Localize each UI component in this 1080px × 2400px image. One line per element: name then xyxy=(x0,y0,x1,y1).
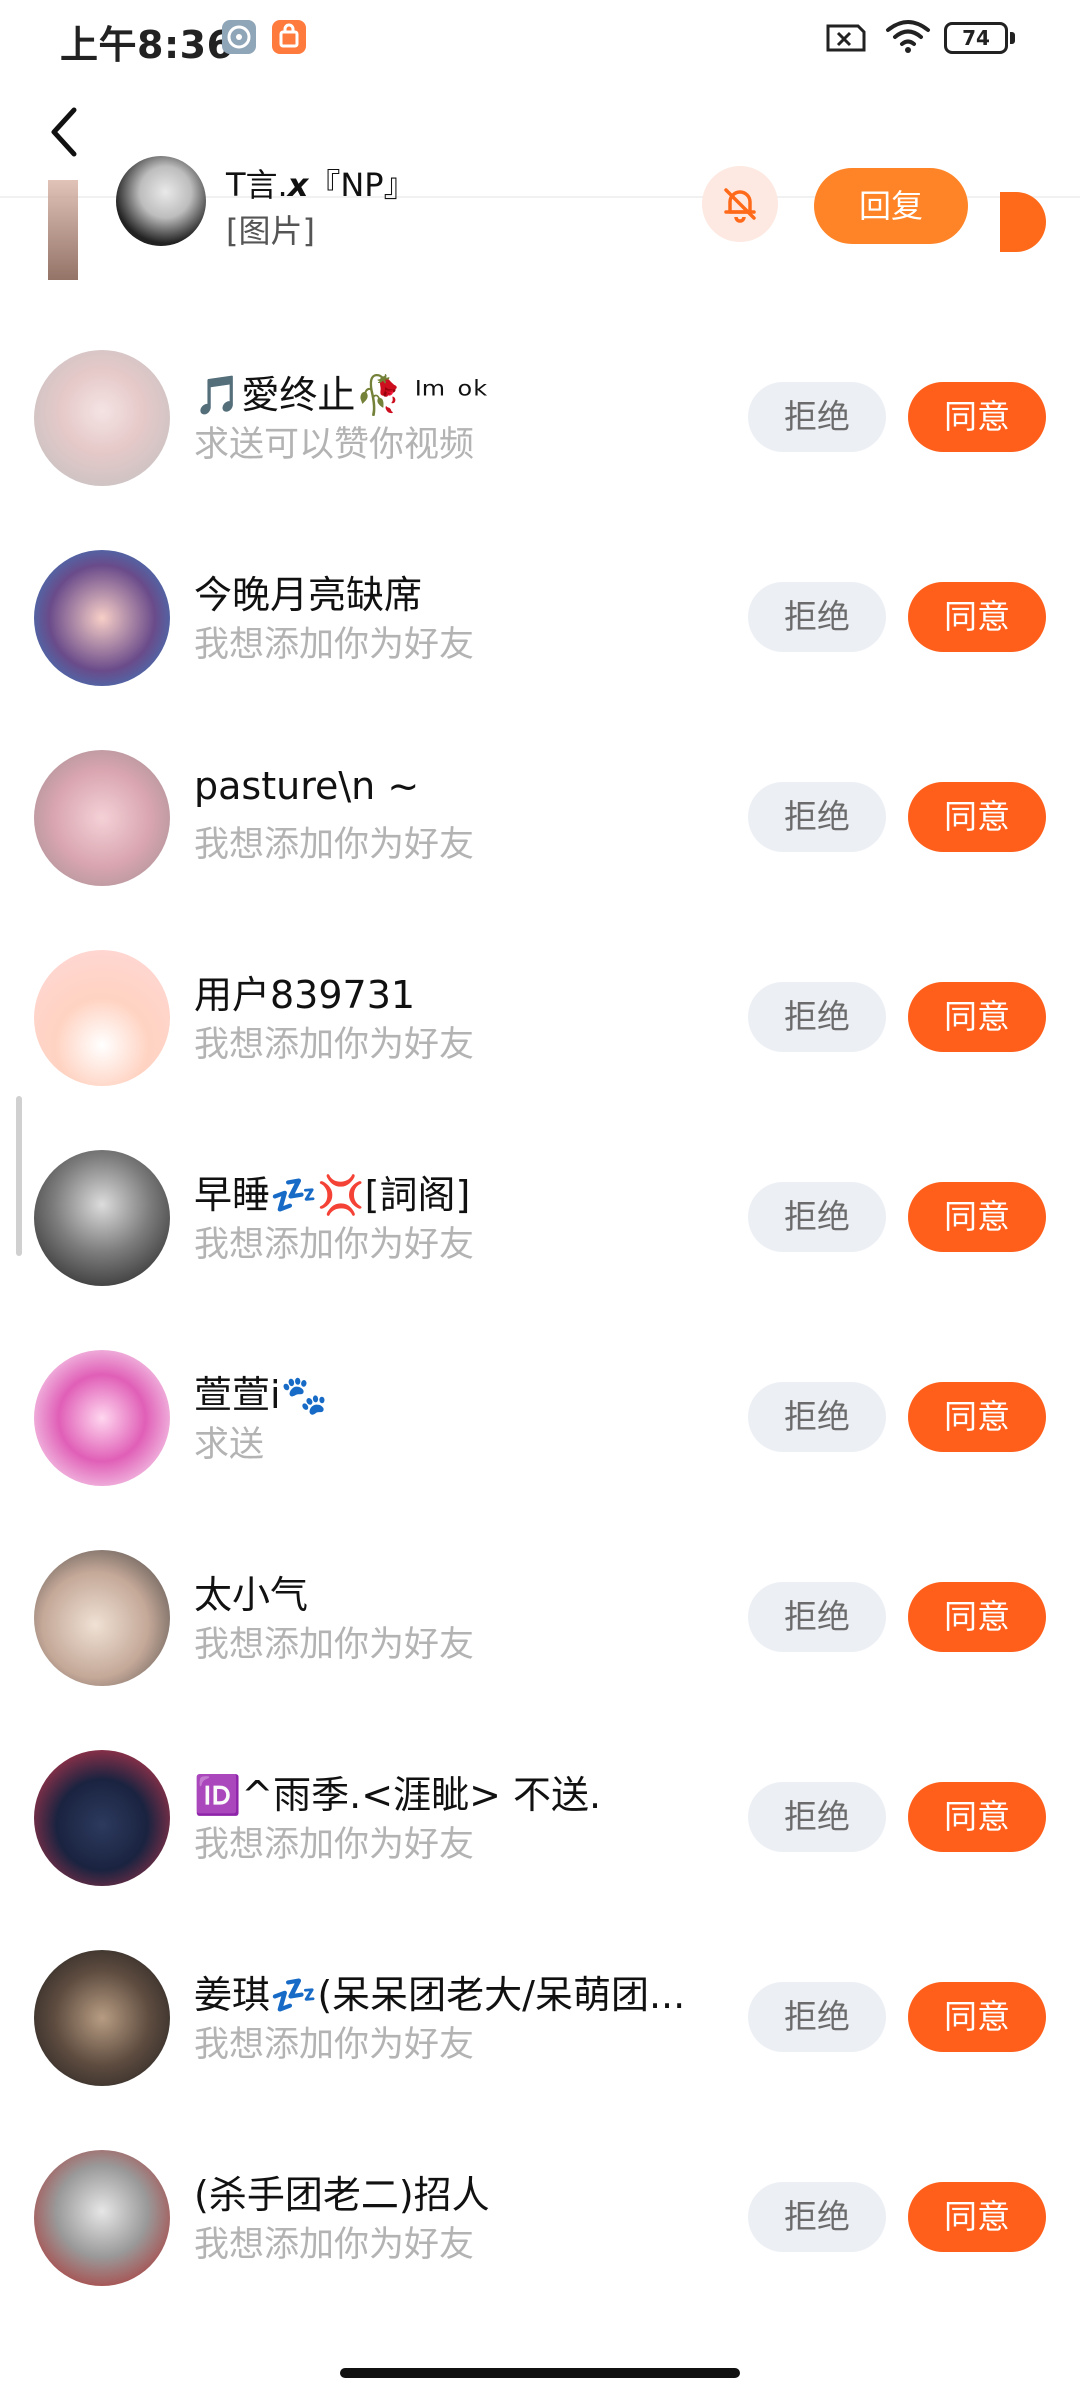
reject-button[interactable]: 拒绝 xyxy=(748,782,886,852)
app-gray-icon xyxy=(222,20,256,54)
friend-request-row[interactable]: 用户839731 我想添加你为好友 拒绝 同意 xyxy=(0,916,1080,1116)
requester-name: 萱萱i🐾 xyxy=(194,1373,328,1417)
avatar[interactable] xyxy=(34,750,170,886)
friend-request-row[interactable]: (杀手团老二)招人我想添加你为好友 拒绝 同意 xyxy=(0,2116,1080,2316)
request-message: 我想添加你为好友 xyxy=(194,2025,475,2065)
accept-button[interactable]: 同意 xyxy=(908,982,1046,1052)
bell-off-icon xyxy=(724,188,756,223)
request-message: 我想添加你为好友 xyxy=(194,1025,475,1065)
friend-request-row[interactable]: pasture\n ~ 我想添加你为好友 拒绝 同意 xyxy=(0,716,1080,916)
accept-button[interactable]: 同意 xyxy=(908,1182,1046,1252)
avatar[interactable] xyxy=(34,950,170,1086)
avatar[interactable] xyxy=(34,1950,170,2086)
notification-message: [图片] xyxy=(226,212,315,250)
accept-button[interactable]: 同意 xyxy=(908,382,1046,452)
battery-tip xyxy=(1010,32,1015,44)
request-message: 我想添加你为好友 xyxy=(194,1825,475,1865)
request-message: 我想添加你为好友 xyxy=(194,625,475,665)
accept-button[interactable]: 同意 xyxy=(908,1982,1046,2052)
home-indicator[interactable] xyxy=(340,2368,740,2378)
notification-avatar xyxy=(116,156,206,246)
reject-button[interactable]: 拒绝 xyxy=(748,1382,886,1452)
wifi-icon xyxy=(886,20,930,53)
status-bar: 上午8:36 74 xyxy=(0,0,1080,76)
friend-request-row[interactable]: 🎵愛终止🥀 ᴵᵐ ᵒᵏ 求送可以赞你视频 拒绝 同意 xyxy=(0,316,1080,516)
requester-name: (杀手团老二)招人 xyxy=(194,2173,490,2217)
requester-name: 太小气 xyxy=(194,1573,309,1617)
requester-name: 今晚月亮缺席 xyxy=(194,573,423,617)
request-message: 我想添加你为好友 xyxy=(194,2225,475,2265)
requester-name: 用户839731 xyxy=(194,973,416,1017)
accept-button[interactable]: 同意 xyxy=(908,2182,1046,2252)
avatar[interactable] xyxy=(34,1350,170,1486)
request-message: 求送可以赞你视频 xyxy=(194,425,475,465)
friend-request-row[interactable]: 太小气我想添加你为好友 拒绝 同意 xyxy=(0,1516,1080,1716)
notification-sender: T言.𝙭『NP』 xyxy=(226,166,416,204)
reject-button[interactable]: 拒绝 xyxy=(748,382,886,452)
avatar[interactable] xyxy=(34,550,170,686)
underlying-accept-edge xyxy=(1000,192,1046,252)
avatar[interactable] xyxy=(34,350,170,486)
avatar[interactable] xyxy=(34,2150,170,2286)
friend-request-row[interactable]: 姜琪💤(呆呆团老大/呆萌团... 我想添加你为好友 拒绝 同意 xyxy=(0,1916,1080,2116)
accept-button[interactable]: 同意 xyxy=(908,1582,1046,1652)
friend-request-row[interactable]: 今晚月亮缺席我想添加你为好友 拒绝 同意 xyxy=(0,516,1080,716)
accept-button[interactable]: 同意 xyxy=(908,1782,1046,1852)
friend-request-row[interactable]: 🆔^雨季.<涯眦> 不送. 我想添加你为好友 拒绝 同意 xyxy=(0,1716,1080,1916)
avatar[interactable] xyxy=(34,1150,170,1286)
requester-name: pasture\n ~ xyxy=(194,764,420,808)
reject-button[interactable]: 拒绝 xyxy=(748,1782,886,1852)
mute-button[interactable] xyxy=(702,166,778,242)
requester-name: 🆔^雨季.<涯眦> 不送. xyxy=(194,1773,602,1817)
reject-button[interactable]: 拒绝 xyxy=(748,582,886,652)
reject-button[interactable]: 拒绝 xyxy=(748,1182,886,1252)
requester-name: 姜琪💤(呆呆团老大/呆萌团... xyxy=(194,1973,686,2017)
friend-request-row[interactable]: 早睡💤💢[詞阁] 我想添加你为好友 拒绝 同意 xyxy=(0,1116,1080,1316)
requester-name: 🎵愛终止🥀 ᴵᵐ ᵒᵏ xyxy=(194,373,490,417)
battery-icon: 74 xyxy=(944,22,1008,54)
friend-request-row[interactable]: 萱萱i🐾 求送 拒绝 同意 xyxy=(0,1316,1080,1516)
avatar[interactable] xyxy=(34,1750,170,1886)
request-message: 我想添加你为好友 xyxy=(194,1625,475,1665)
requester-name: 早睡💤💢[詞阁] xyxy=(194,1173,471,1217)
app-orange-icon xyxy=(272,20,306,54)
reject-button[interactable]: 拒绝 xyxy=(748,982,886,1052)
scrollbar[interactable] xyxy=(16,1096,22,1256)
reply-button[interactable]: 回复 xyxy=(814,168,968,244)
accept-button[interactable]: 同意 xyxy=(908,1382,1046,1452)
accept-button[interactable]: 同意 xyxy=(908,582,1046,652)
back-arrow-icon[interactable] xyxy=(44,104,84,160)
sim-off-icon xyxy=(826,24,866,52)
reject-button[interactable]: 拒绝 xyxy=(748,1982,886,2052)
avatar[interactable] xyxy=(34,1550,170,1686)
reject-button[interactable]: 拒绝 xyxy=(748,1582,886,1652)
underlying-avatar-edge xyxy=(48,180,78,280)
request-message: 我想添加你为好友 xyxy=(194,825,475,865)
reject-button[interactable]: 拒绝 xyxy=(748,2182,886,2252)
request-message: 求送 xyxy=(194,1425,265,1465)
request-message: 我想添加你为好友 xyxy=(194,1225,475,1265)
status-time: 上午8:36 xyxy=(60,23,234,67)
accept-button[interactable]: 同意 xyxy=(908,782,1046,852)
